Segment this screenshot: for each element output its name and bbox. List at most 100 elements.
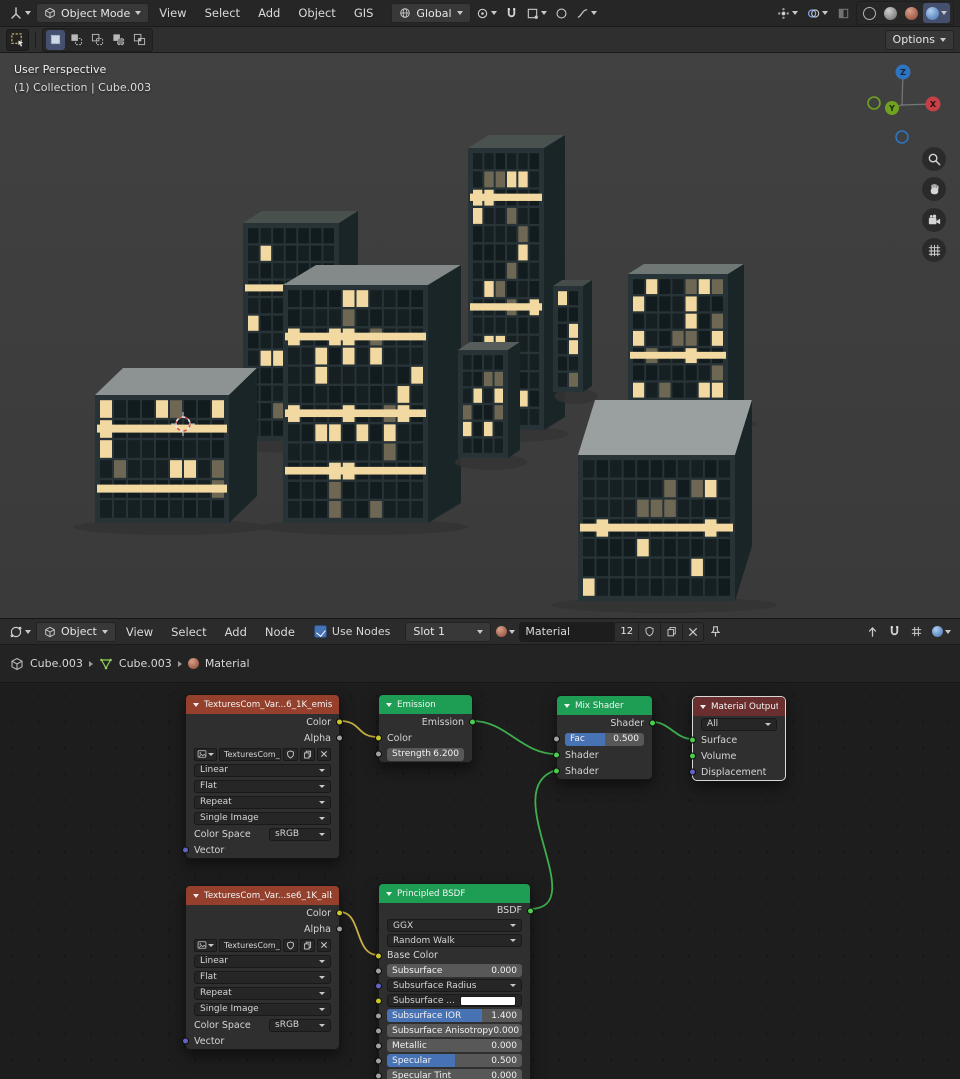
subsurface-input-socket[interactable]	[375, 967, 382, 974]
node-emission[interactable]: Emission Emission Color Strength6.200	[378, 694, 473, 763]
target-dropdown[interactable]: All	[701, 718, 777, 731]
subsurface-ior-input-socket[interactable]	[375, 1012, 382, 1019]
active-tool-button[interactable]	[6, 29, 29, 51]
breadcrumb-object[interactable]: Cube.003	[30, 657, 83, 670]
subsurface-color-input-socket[interactable]	[375, 997, 382, 1004]
overlays-dropdown[interactable]	[804, 3, 831, 23]
material-name-field[interactable]: Material	[519, 622, 615, 642]
collapse-icon[interactable]	[193, 894, 199, 898]
shading-rendered-button[interactable]	[923, 3, 950, 23]
shader-menu-view[interactable]: View	[118, 619, 161, 644]
material-copy-button[interactable]	[660, 622, 683, 642]
subsurface-color-widget[interactable]: Subsurface ...	[387, 994, 522, 1007]
collapse-icon[interactable]	[564, 704, 570, 708]
node-image-texture-emissive[interactable]: TexturesCom_Var...6_1K_emissive.tif Colo…	[185, 694, 340, 859]
camera-view-button[interactable]	[922, 208, 946, 232]
image-unlink-button[interactable]	[317, 748, 331, 761]
shading-solid-button[interactable]	[881, 3, 900, 23]
specular-tint-slider[interactable]: Specular Tint0.000	[387, 1069, 522, 1079]
emission-output-socket[interactable]	[469, 719, 476, 726]
interpolation-dropdown[interactable]: Linear	[194, 764, 331, 777]
fac-input-socket[interactable]	[553, 736, 560, 743]
menu-gis[interactable]: GIS	[346, 0, 382, 26]
node-header[interactable]: TexturesCom_Var...6_1K_emissive.tif	[186, 695, 339, 714]
pivot-dropdown[interactable]	[473, 3, 500, 23]
subsurface-anisotropy-input-socket[interactable]	[375, 1027, 382, 1034]
metallic-slider[interactable]: Metallic0.000	[387, 1039, 522, 1052]
gizmo-minus-y-axis[interactable]	[868, 97, 880, 109]
strength-input-socket[interactable]	[375, 751, 382, 758]
shader-input-socket[interactable]	[553, 768, 560, 775]
pan-button[interactable]	[922, 177, 946, 201]
subsurface-slider[interactable]: Subsurface0.000	[387, 964, 522, 977]
proportional-toggle-button[interactable]	[552, 3, 571, 23]
3d-viewport[interactable]: User Perspective (1) Collection | Cube.0…	[0, 53, 960, 618]
falloff-dropdown[interactable]	[573, 3, 600, 23]
shader-menu-add[interactable]: Add	[217, 619, 255, 644]
gizmo-minus-z-axis[interactable]	[896, 131, 908, 143]
nav-gizmo[interactable]: Z Y X	[862, 58, 946, 146]
fac-slider[interactable]: Fac0.500	[565, 733, 644, 746]
editor-snap-button[interactable]	[885, 622, 904, 642]
slot-dropdown[interactable]: Slot 1	[405, 622, 491, 642]
select-mode-subtract-button[interactable]	[88, 30, 107, 50]
snap-toggle-button[interactable]	[502, 3, 521, 23]
alpha-output-socket[interactable]	[336, 735, 343, 742]
menu-select[interactable]: Select	[197, 0, 248, 26]
image-fake-user-button[interactable]	[283, 748, 298, 761]
surface-input-socket[interactable]	[689, 737, 696, 744]
use-nodes-checkbox[interactable]: Use Nodes	[311, 622, 394, 642]
snap-target-dropdown[interactable]	[523, 3, 550, 23]
node-header[interactable]: Mix Shader	[557, 696, 652, 715]
select-mode-new-button[interactable]	[46, 30, 65, 50]
node-principled-bsdf[interactable]: Principled BSDF BSDF GGX Random Walk Bas…	[378, 883, 531, 1079]
subsurface-anisotropy-slider[interactable]: Subsurface Anisotropy0.000	[387, 1024, 522, 1037]
mode-dropdown[interactable]: Object Mode	[36, 3, 149, 23]
material-unlink-button[interactable]	[682, 622, 704, 642]
gizmo-dropdown[interactable]	[774, 3, 801, 23]
select-mode-invert-button[interactable]	[109, 30, 128, 50]
node-header[interactable]: Emission	[379, 695, 472, 714]
menu-object[interactable]: Object	[290, 0, 343, 26]
editor-shading-dropdown[interactable]	[929, 622, 954, 642]
material-pin-button[interactable]	[706, 622, 725, 642]
image-fake-user-button[interactable]	[283, 939, 298, 952]
extension-dropdown[interactable]: Repeat	[194, 796, 331, 809]
vector-input-socket[interactable]	[182, 1038, 189, 1045]
collapse-icon[interactable]	[386, 892, 392, 896]
node-header[interactable]: Principled BSDF	[379, 884, 530, 903]
extension-dropdown[interactable]: Repeat	[194, 987, 331, 1000]
subsurface-ior-slider[interactable]: Subsurface IOR1.400	[387, 1009, 522, 1022]
displacement-input-socket[interactable]	[689, 769, 696, 776]
volume-input-socket[interactable]	[689, 753, 696, 760]
material-fake-user-button[interactable]	[638, 622, 661, 642]
select-mode-extend-button[interactable]	[67, 30, 86, 50]
breadcrumb-mesh[interactable]: Cube.003	[119, 657, 172, 670]
shading-wireframe-button[interactable]	[860, 3, 879, 23]
specular-slider[interactable]: Specular0.500	[387, 1054, 522, 1067]
image-name-field[interactable]: TexturesCom_...	[219, 939, 281, 952]
shader-menu-node[interactable]: Node	[257, 619, 303, 644]
bsdf-output-socket[interactable]	[527, 907, 534, 914]
specular-input-socket[interactable]	[375, 1057, 382, 1064]
node-mix-shader[interactable]: Mix Shader Shader Fac0.500 Shader Shader	[556, 695, 653, 780]
menu-view[interactable]: View	[151, 0, 194, 26]
color-space-dropdown[interactable]: sRGB	[269, 828, 331, 841]
specular-tint-input-socket[interactable]	[375, 1072, 382, 1079]
node-material-output[interactable]: Material Output All Surface Volume Displ…	[692, 696, 786, 781]
source-dropdown[interactable]: Single Image	[194, 1003, 331, 1016]
color-swatch[interactable]	[460, 996, 516, 1006]
color-output-socket[interactable]	[336, 719, 343, 726]
select-mode-intersect-button[interactable]	[130, 30, 149, 50]
metallic-input-socket[interactable]	[375, 1042, 382, 1049]
menu-add[interactable]: Add	[250, 0, 288, 26]
source-dropdown[interactable]: Single Image	[194, 812, 331, 825]
projection-dropdown[interactable]: Flat	[194, 780, 331, 793]
material-preview-dropdown[interactable]	[493, 622, 518, 642]
zoom-button[interactable]	[922, 147, 946, 171]
subsurface-radius-input-socket[interactable]	[375, 982, 382, 989]
node-image-texture-albedo[interactable]: TexturesCom_Var...se6_1K_albedo.ti Color…	[185, 885, 340, 1050]
interpolation-dropdown[interactable]: Linear	[194, 955, 331, 968]
shader-output-socket[interactable]	[649, 720, 656, 727]
perspective-toggle-button[interactable]	[922, 238, 946, 262]
